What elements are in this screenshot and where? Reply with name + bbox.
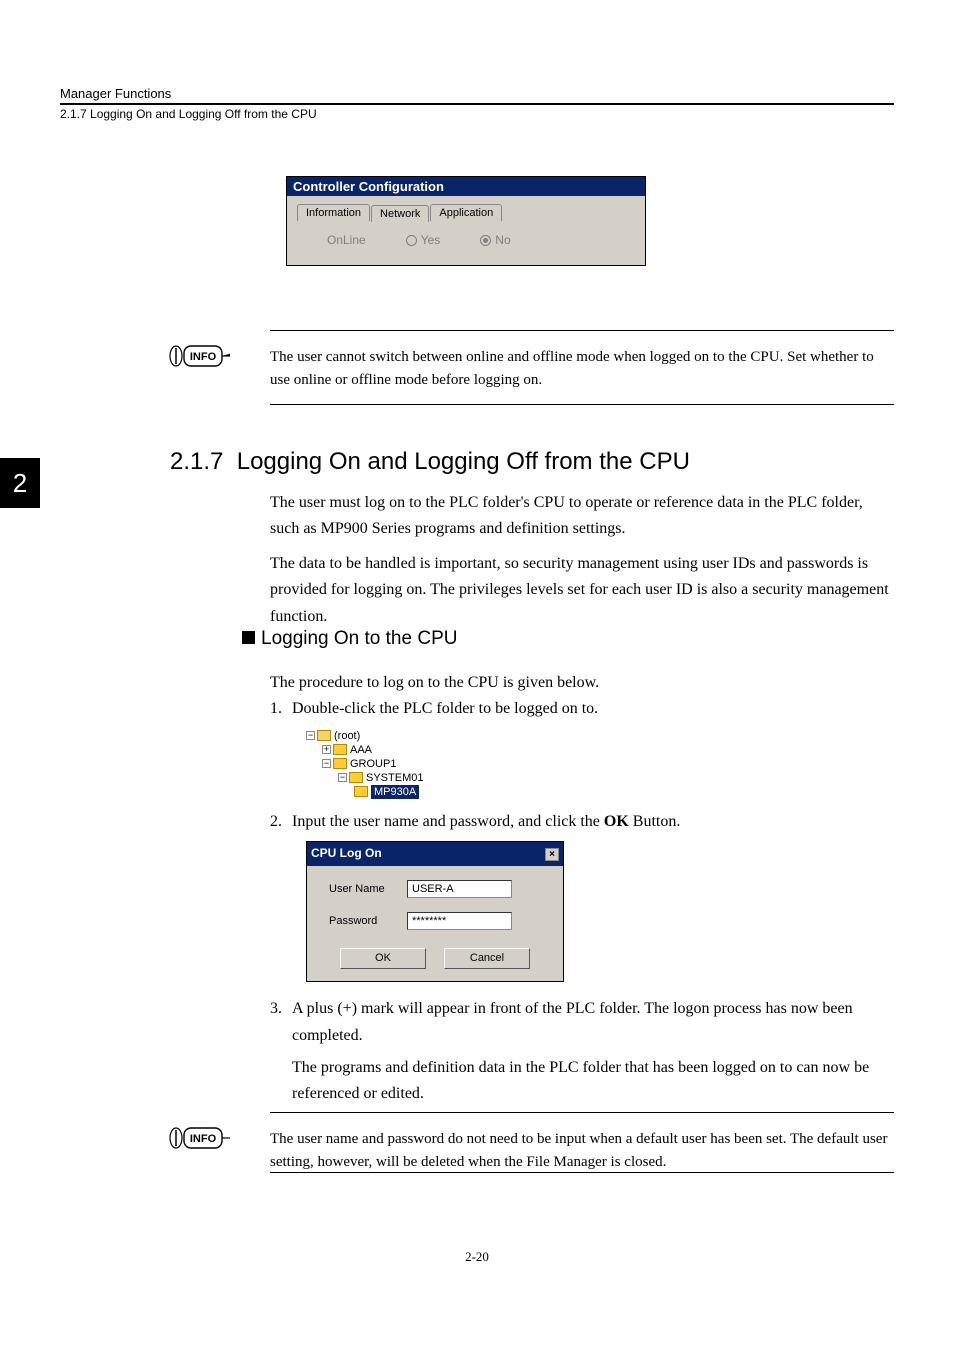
page-header: Manager Functions 2.1.7 Logging On and L… <box>60 86 894 121</box>
no-label: No <box>495 233 510 247</box>
info-rule <box>270 330 894 331</box>
password-row: Password ******** <box>319 912 551 930</box>
step-3: 3. A plus (+) mark will appear in front … <box>270 996 894 1108</box>
header-breadcrumb: 2.1.7 Logging On and Logging Off from th… <box>60 107 894 121</box>
header-category: Manager Functions <box>60 86 894 101</box>
step-3-p2: The programs and definition data in the … <box>292 1055 894 1108</box>
tree-root-label: (root) <box>334 729 360 743</box>
online-yes-radio[interactable]: Yes <box>406 233 441 247</box>
step-1-text: Double-click the PLC folder to be logged… <box>292 696 894 722</box>
page-number: 2-20 <box>0 1249 954 1265</box>
sub-heading: Logging On to the CPU <box>242 628 457 650</box>
cancel-button[interactable]: Cancel <box>444 948 530 969</box>
logon-body: User Name USER-A Password ******** OK Ca… <box>307 866 563 981</box>
step-2-text: Input the user name and password, and cl… <box>292 809 894 835</box>
controller-config-dialog: Controller Configuration Information Net… <box>286 176 646 266</box>
step-number: 3. <box>270 996 282 1022</box>
step-3-p1: A plus (+) mark will appear in front of … <box>292 996 894 1049</box>
step-2-pre: Input the user name and password, and cl… <box>292 813 604 830</box>
tree-node-group1[interactable]: − GROUP1 <box>306 757 894 771</box>
logon-titlebar: CPU Log On × <box>307 842 563 866</box>
sub-heading-text: Logging On to the CPU <box>261 628 457 649</box>
radio-dot <box>480 235 491 246</box>
folder-icon <box>317 730 331 741</box>
procedure-intro: The procedure to log on to the CPU is gi… <box>270 670 894 696</box>
procedure-area: The procedure to log on to the CPU is gi… <box>270 670 894 1118</box>
folder-icon <box>333 744 347 755</box>
section-number: 2.1.7 <box>170 448 223 475</box>
tree-node-mp930a[interactable]: MP930A <box>306 785 894 799</box>
section-title: Logging On and Logging Off from the CPU <box>237 448 690 475</box>
section-body: The user must log on to the PLC folder's… <box>270 490 894 638</box>
online-label: OnLine <box>327 233 366 247</box>
step-2-ok: OK <box>604 813 629 830</box>
radio-dot <box>406 235 417 246</box>
step-number: 2. <box>270 809 282 835</box>
tree-mp930a-label: MP930A <box>371 785 419 799</box>
tab-network[interactable]: Network <box>371 205 429 222</box>
logon-buttons: OK Cancel <box>319 944 551 969</box>
step-2-post: Button. <box>629 813 681 830</box>
password-input[interactable]: ******** <box>407 912 512 930</box>
tree-aaa-label: AAA <box>350 743 372 757</box>
chapter-tab: 2 <box>0 458 40 508</box>
dialog-tabs: Information Network Application <box>297 204 635 221</box>
close-icon[interactable]: × <box>545 848 559 861</box>
tree-root[interactable]: − (root) <box>306 729 894 743</box>
yes-label: Yes <box>421 233 441 247</box>
tree-system01-label: SYSTEM01 <box>366 771 423 785</box>
tree-view: − (root) + AAA − GROUP1 <box>306 729 894 799</box>
step-1: 1. Double-click the PLC folder to be log… <box>270 696 894 798</box>
step-number: 1. <box>270 696 282 722</box>
header-rule <box>60 103 894 105</box>
cpu-logon-dialog: CPU Log On × User Name USER-A Password *… <box>306 841 564 982</box>
tree-collapse-icon[interactable]: − <box>306 731 315 740</box>
logon-title-text: CPU Log On <box>311 844 382 864</box>
username-row: User Name USER-A <box>319 880 551 898</box>
info-badge-text: INFO <box>190 351 217 363</box>
section-heading: 2.1.7 Logging On and Logging Off from th… <box>170 448 690 476</box>
username-label: User Name <box>319 880 397 898</box>
folder-icon <box>349 772 363 783</box>
folder-icon <box>333 758 347 769</box>
info-badge: INFO <box>160 1126 230 1150</box>
folder-icon <box>354 786 368 797</box>
body-p2: The data to be handled is important, so … <box>270 551 894 630</box>
password-label: Password <box>319 912 397 930</box>
info-text-2: The user name and password do not need t… <box>270 1128 894 1175</box>
tab-information[interactable]: Information <box>297 204 370 221</box>
tree-group1-label: GROUP1 <box>350 757 396 771</box>
info-badge: INFO <box>160 344 230 368</box>
info-rule <box>270 1112 894 1113</box>
body-p1: The user must log on to the PLC folder's… <box>270 490 894 543</box>
info-text-1: The user cannot switch between online an… <box>270 346 894 393</box>
online-no-radio[interactable]: No <box>480 233 510 247</box>
info-rule <box>270 404 894 405</box>
username-input[interactable]: USER-A <box>407 880 512 898</box>
ok-button[interactable]: OK <box>340 948 426 969</box>
dialog-titlebar: Controller Configuration <box>287 177 645 196</box>
dialog-body: Information Network Application OnLine Y… <box>287 196 645 265</box>
tree-expand-icon[interactable]: + <box>322 745 331 754</box>
tree-node-system01[interactable]: − SYSTEM01 <box>306 771 894 785</box>
tree-collapse-icon[interactable]: − <box>322 759 331 768</box>
tree-node-aaa[interactable]: + AAA <box>306 743 894 757</box>
step-2: 2. Input the user name and password, and… <box>270 809 894 982</box>
info-rule <box>270 1172 894 1173</box>
online-row: OnLine Yes No <box>297 233 635 247</box>
tab-application[interactable]: Application <box>430 204 502 221</box>
bullet-square-icon <box>242 631 255 644</box>
tree-collapse-icon[interactable]: − <box>338 773 347 782</box>
svg-text:INFO: INFO <box>190 1133 217 1145</box>
